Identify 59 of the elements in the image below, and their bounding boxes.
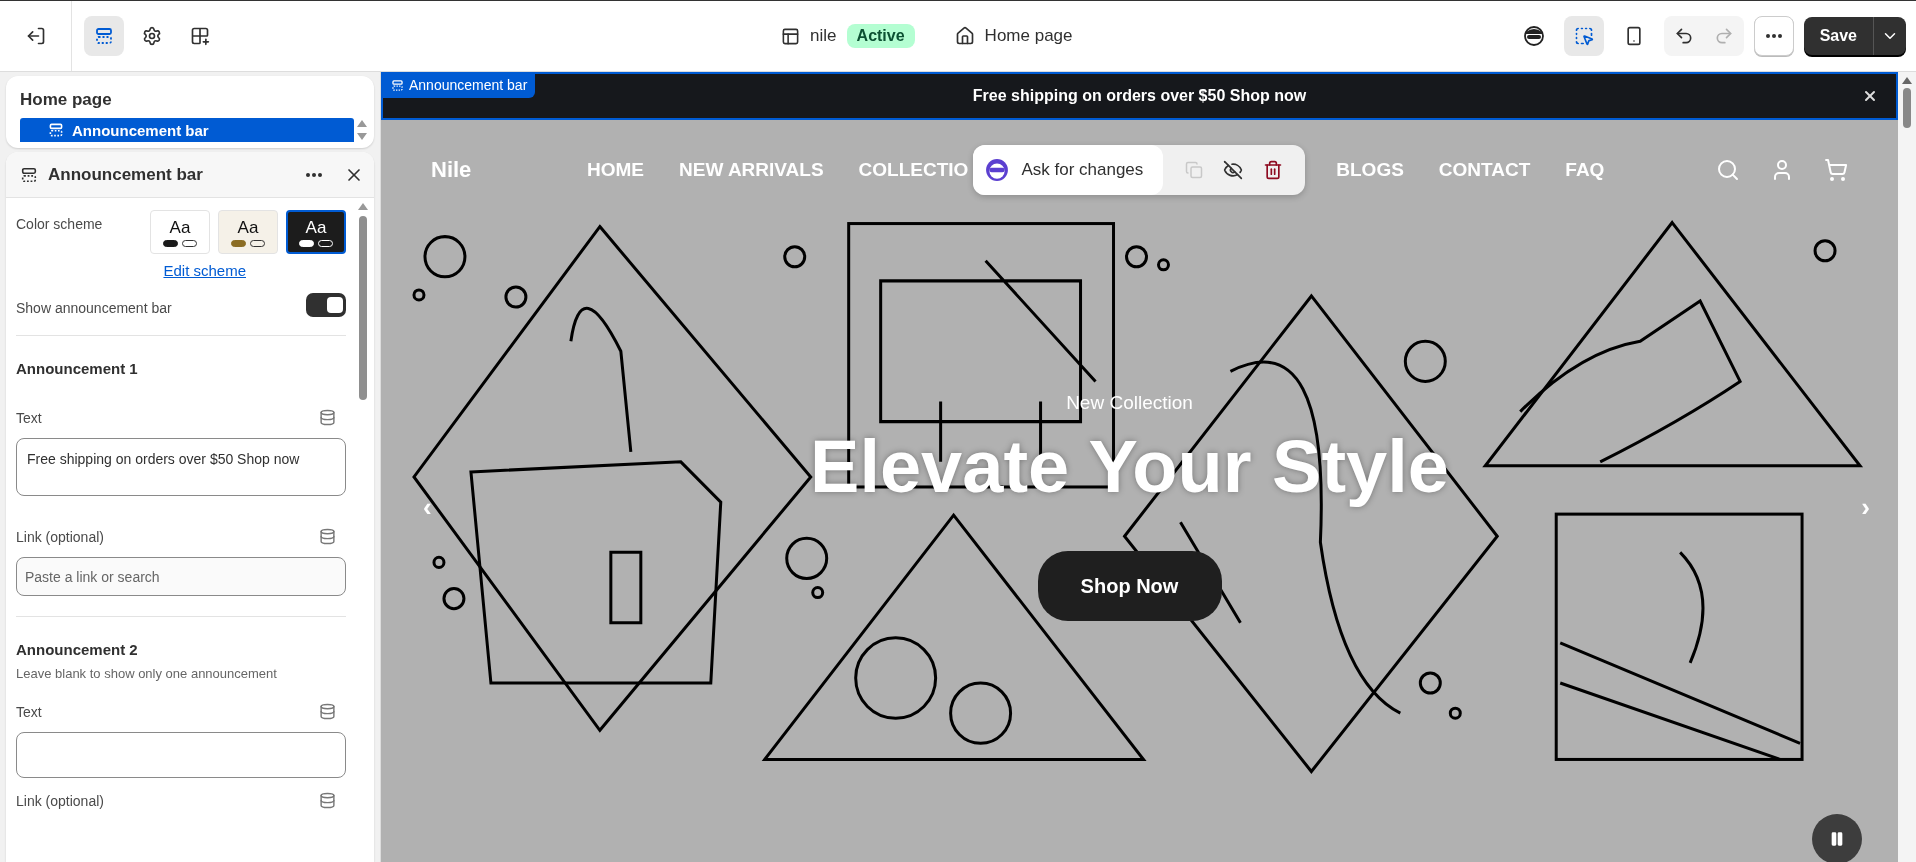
database-icon[interactable] [319, 703, 336, 720]
text-field[interactable] [16, 732, 346, 778]
scrollbar-thumb[interactable] [359, 216, 367, 400]
section-icon [391, 78, 404, 92]
panel-title: Announcement bar [48, 164, 204, 185]
masked-face-icon [985, 158, 1010, 182]
sidebar-title: Home page [19, 89, 113, 111]
page-selector[interactable]: Home page [984, 26, 1073, 46]
pause-icon [1829, 831, 1845, 847]
undo-icon [1673, 26, 1694, 46]
theme-icon [781, 26, 801, 46]
ask-for-changes-button[interactable]: Ask for changes [973, 145, 1164, 195]
field-label: Text [16, 409, 42, 426]
database-icon[interactable] [319, 528, 336, 545]
color-scheme-option[interactable]: Aa [218, 210, 278, 254]
section-tag: Announcement bar [383, 72, 536, 98]
shop-now-button[interactable]: Shop Now [1037, 551, 1222, 621]
color-scheme-option[interactable]: Aa [286, 210, 346, 254]
database-icon[interactable] [319, 792, 336, 809]
sidebar-item[interactable]: Announcement bar [20, 118, 354, 142]
text-field[interactable]: Free shipping on orders over $50 Shop now [16, 438, 346, 496]
database-icon[interactable] [319, 409, 336, 426]
field-label: Link (optional) [16, 792, 104, 809]
announcement-text: Free shipping on orders over $50 Shop now [972, 87, 1307, 105]
exit-icon[interactable] [25, 26, 46, 46]
inspector-icon [1573, 26, 1594, 46]
theme-name: nile [810, 26, 837, 46]
toolbar-button[interactable] [1563, 16, 1604, 56]
link-field[interactable]: Paste a link or search [16, 557, 346, 596]
status-badge: Active [846, 24, 915, 48]
scroll-arrows-icon [357, 119, 367, 141]
toggle-switch[interactable] [306, 293, 346, 317]
scrollbar-thumb[interactable] [1903, 88, 1911, 128]
more-icon [1765, 34, 1782, 38]
field-label: Link (optional) [16, 528, 104, 545]
grid-plus-icon [190, 26, 210, 46]
color-scheme-option[interactable]: Aa [150, 210, 210, 254]
edit-scheme-link[interactable]: Edit scheme [163, 262, 246, 279]
section-heading: Announcement 2 [16, 641, 139, 658]
toolbar-button[interactable] [84, 16, 124, 56]
section-heading: Announcement 1 [16, 360, 139, 377]
settings-icon [142, 26, 162, 46]
more-button[interactable] [1753, 16, 1794, 56]
home-icon [954, 26, 975, 46]
field-label: Text [16, 703, 42, 720]
field-label: Color scheme [16, 215, 103, 234]
section-icon [20, 165, 38, 184]
more-icon[interactable] [306, 172, 322, 177]
pause-button[interactable] [1812, 814, 1862, 862]
section-icon [48, 122, 64, 138]
sections-icon [94, 26, 114, 46]
section-hint: Leave blank to show only one announcement [16, 666, 278, 681]
scroll-up-arrow-icon[interactable] [358, 202, 368, 210]
masked-face-icon [1522, 25, 1545, 47]
close-icon[interactable] [1862, 88, 1878, 104]
scroll-up-arrow-icon[interactable] [1902, 76, 1912, 84]
hide-icon[interactable] [1223, 160, 1244, 180]
toggle-label: Show announcement bar [16, 299, 172, 316]
delete-icon[interactable] [1263, 160, 1284, 180]
